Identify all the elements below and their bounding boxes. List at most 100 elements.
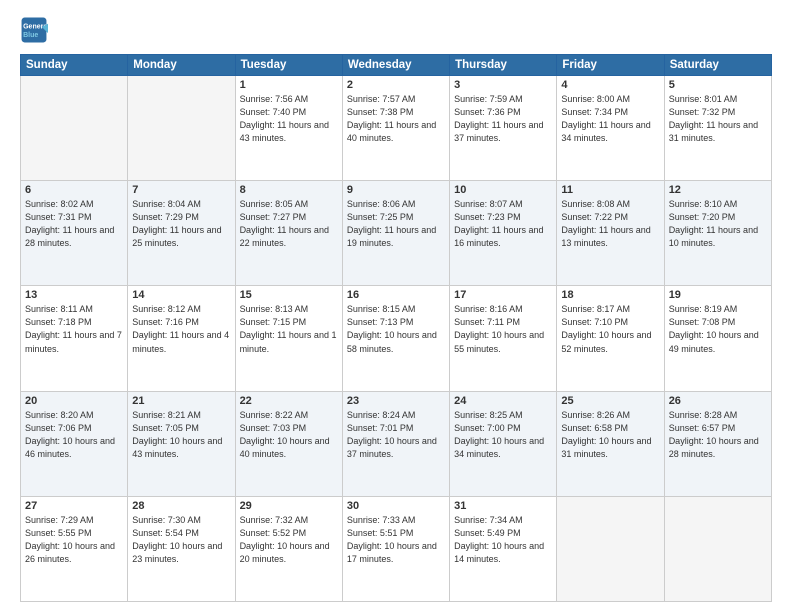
- calendar-week-row: 6 Sunrise: 8:02 AM Sunset: 7:31 PM Daylig…: [21, 181, 772, 286]
- day-info: Sunrise: 8:06 AM Sunset: 7:25 PM Dayligh…: [347, 198, 445, 250]
- day-info: Sunrise: 8:26 AM Sunset: 6:58 PM Dayligh…: [561, 409, 659, 461]
- day-info: Sunrise: 7:34 AM Sunset: 5:49 PM Dayligh…: [454, 514, 552, 566]
- calendar-cell: 30Sunrise: 7:33 AM Sunset: 5:51 PM Dayli…: [342, 496, 449, 601]
- calendar-cell: [21, 76, 128, 181]
- calendar-cell: 9Sunrise: 8:06 AM Sunset: 7:25 PM Daylig…: [342, 181, 449, 286]
- day-info: Sunrise: 8:00 AM Sunset: 7:34 PM Dayligh…: [561, 93, 659, 145]
- weekday-header: Thursday: [450, 55, 557, 76]
- day-number: 18: [561, 289, 659, 301]
- day-info: Sunrise: 7:56 AM Sunset: 7:40 PM Dayligh…: [240, 93, 338, 145]
- day-number: 30: [347, 500, 445, 512]
- day-info: Sunrise: 8:17 AM Sunset: 7:10 PM Dayligh…: [561, 303, 659, 355]
- calendar-cell: 8 Sunrise: 8:05 AM Sunset: 7:27 PM Daylig…: [235, 181, 342, 286]
- day-info: Sunrise: 7:32 AM Sunset: 5:52 PM Dayligh…: [240, 514, 338, 566]
- day-number: 26: [669, 395, 767, 407]
- calendar-cell: 17 Sunrise: 8:16 AM Sunset: 7:11 PM Dayli…: [450, 286, 557, 391]
- calendar-cell: 31Sunrise: 7:34 AM Sunset: 5:49 PM Dayli…: [450, 496, 557, 601]
- day-number: 1: [240, 79, 338, 91]
- day-number: 27: [25, 500, 123, 512]
- calendar-cell: 22Sunrise: 8:22 AM Sunset: 7:03 PM Dayli…: [235, 391, 342, 496]
- day-number: 15: [240, 289, 338, 301]
- day-info: Sunrise: 7:30 AM Sunset: 5:54 PM Dayligh…: [132, 514, 230, 566]
- day-info: Sunrise: 7:29 AM Sunset: 5:55 PM Dayligh…: [25, 514, 123, 566]
- day-number: 23: [347, 395, 445, 407]
- calendar-cell: 23 Sunrise: 8:24 AM Sunset: 7:01 PM Dayli…: [342, 391, 449, 496]
- calendar-week-row: 1 Sunrise: 7:56 AM Sunset: 7:40 PM Daylig…: [21, 76, 772, 181]
- day-number: 3: [454, 79, 552, 91]
- logo: General Blue: [20, 16, 52, 44]
- calendar-cell: 13 Sunrise: 8:11 AM Sunset: 7:18 PM Dayli…: [21, 286, 128, 391]
- day-info: Sunrise: 8:05 AM Sunset: 7:27 PM Dayligh…: [240, 198, 338, 250]
- day-info: Sunrise: 8:04 AM Sunset: 7:29 PM Dayligh…: [132, 198, 230, 250]
- calendar-cell: 3 Sunrise: 7:59 AM Sunset: 7:36 PM Daylig…: [450, 76, 557, 181]
- day-number: 24: [454, 395, 552, 407]
- day-info: Sunrise: 8:08 AM Sunset: 7:22 PM Dayligh…: [561, 198, 659, 250]
- calendar-cell: 12 Sunrise: 8:10 AM Sunset: 7:20 PM Dayli…: [664, 181, 771, 286]
- day-number: 20: [25, 395, 123, 407]
- day-number: 6: [25, 184, 123, 196]
- day-number: 7: [132, 184, 230, 196]
- calendar-cell: 16 Sunrise: 8:15 AM Sunset: 7:13 PM Dayli…: [342, 286, 449, 391]
- day-info: Sunrise: 8:20 AM Sunset: 7:06 PM Dayligh…: [25, 409, 123, 461]
- weekday-header: Sunday: [21, 55, 128, 76]
- day-number: 21: [132, 395, 230, 407]
- day-number: 2: [347, 79, 445, 91]
- calendar-cell: 26Sunrise: 8:28 AM Sunset: 6:57 PM Dayli…: [664, 391, 771, 496]
- calendar-cell: [557, 496, 664, 601]
- weekday-header: Tuesday: [235, 55, 342, 76]
- day-number: 11: [561, 184, 659, 196]
- logo-icon: General Blue: [20, 16, 48, 44]
- day-info: Sunrise: 8:19 AM Sunset: 7:08 PM Dayligh…: [669, 303, 767, 355]
- day-info: Sunrise: 8:16 AM Sunset: 7:11 PM Dayligh…: [454, 303, 552, 355]
- day-info: Sunrise: 8:13 AM Sunset: 7:15 PM Dayligh…: [240, 303, 338, 355]
- day-number: 10: [454, 184, 552, 196]
- day-number: 4: [561, 79, 659, 91]
- day-info: Sunrise: 8:11 AM Sunset: 7:18 PM Dayligh…: [25, 303, 123, 355]
- calendar-cell: 27 Sunrise: 7:29 AM Sunset: 5:55 PM Dayli…: [21, 496, 128, 601]
- day-number: 12: [669, 184, 767, 196]
- weekday-header: Friday: [557, 55, 664, 76]
- day-number: 25: [561, 395, 659, 407]
- day-number: 13: [25, 289, 123, 301]
- day-info: Sunrise: 8:12 AM Sunset: 7:16 PM Dayligh…: [132, 303, 230, 355]
- calendar-header-row: SundayMondayTuesdayWednesdayThursdayFrid…: [21, 55, 772, 76]
- calendar-week-row: 13 Sunrise: 8:11 AM Sunset: 7:18 PM Dayli…: [21, 286, 772, 391]
- calendar-week-row: 20 Sunrise: 8:20 AM Sunset: 7:06 PM Dayli…: [21, 391, 772, 496]
- day-info: Sunrise: 8:02 AM Sunset: 7:31 PM Dayligh…: [25, 198, 123, 250]
- day-number: 17: [454, 289, 552, 301]
- calendar-cell: 15 Sunrise: 8:13 AM Sunset: 7:15 PM Dayli…: [235, 286, 342, 391]
- day-info: Sunrise: 8:01 AM Sunset: 7:32 PM Dayligh…: [669, 93, 767, 145]
- day-number: 5: [669, 79, 767, 91]
- day-number: 22: [240, 395, 338, 407]
- calendar-cell: 14 Sunrise: 8:12 AM Sunset: 7:16 PM Dayli…: [128, 286, 235, 391]
- calendar-cell: 28 Sunrise: 7:30 AM Sunset: 5:54 PM Dayli…: [128, 496, 235, 601]
- calendar-cell: 11 Sunrise: 8:08 AM Sunset: 7:22 PM Dayli…: [557, 181, 664, 286]
- day-info: Sunrise: 8:24 AM Sunset: 7:01 PM Dayligh…: [347, 409, 445, 461]
- day-number: 14: [132, 289, 230, 301]
- day-info: Sunrise: 8:25 AM Sunset: 7:00 PM Dayligh…: [454, 409, 552, 461]
- calendar-cell: 18 Sunrise: 8:17 AM Sunset: 7:10 PM Dayli…: [557, 286, 664, 391]
- calendar-cell: [664, 496, 771, 601]
- day-number: 8: [240, 184, 338, 196]
- calendar-cell: 29Sunrise: 7:32 AM Sunset: 5:52 PM Dayli…: [235, 496, 342, 601]
- calendar-table: SundayMondayTuesdayWednesdayThursdayFrid…: [20, 54, 772, 602]
- weekday-header: Wednesday: [342, 55, 449, 76]
- calendar-cell: 20 Sunrise: 8:20 AM Sunset: 7:06 PM Dayli…: [21, 391, 128, 496]
- calendar-cell: 24 Sunrise: 8:25 AM Sunset: 7:00 PM Dayli…: [450, 391, 557, 496]
- calendar-cell: 6 Sunrise: 8:02 AM Sunset: 7:31 PM Daylig…: [21, 181, 128, 286]
- weekday-header: Saturday: [664, 55, 771, 76]
- calendar-cell: 5 Sunrise: 8:01 AM Sunset: 7:32 PM Daylig…: [664, 76, 771, 181]
- calendar-cell: 2 Sunrise: 7:57 AM Sunset: 7:38 PM Daylig…: [342, 76, 449, 181]
- calendar-cell: 21Sunrise: 8:21 AM Sunset: 7:05 PM Dayli…: [128, 391, 235, 496]
- header: General Blue: [20, 16, 772, 44]
- day-info: Sunrise: 7:59 AM Sunset: 7:36 PM Dayligh…: [454, 93, 552, 145]
- day-info: Sunrise: 8:15 AM Sunset: 7:13 PM Dayligh…: [347, 303, 445, 355]
- day-info: Sunrise: 8:10 AM Sunset: 7:20 PM Dayligh…: [669, 198, 767, 250]
- calendar-cell: 7 Sunrise: 8:04 AM Sunset: 7:29 PM Daylig…: [128, 181, 235, 286]
- calendar-cell: 25 Sunrise: 8:26 AM Sunset: 6:58 PM Dayli…: [557, 391, 664, 496]
- day-info: Sunrise: 7:57 AM Sunset: 7:38 PM Dayligh…: [347, 93, 445, 145]
- day-number: 28: [132, 500, 230, 512]
- calendar-cell: 1 Sunrise: 7:56 AM Sunset: 7:40 PM Daylig…: [235, 76, 342, 181]
- calendar-cell: 4 Sunrise: 8:00 AM Sunset: 7:34 PM Daylig…: [557, 76, 664, 181]
- day-number: 16: [347, 289, 445, 301]
